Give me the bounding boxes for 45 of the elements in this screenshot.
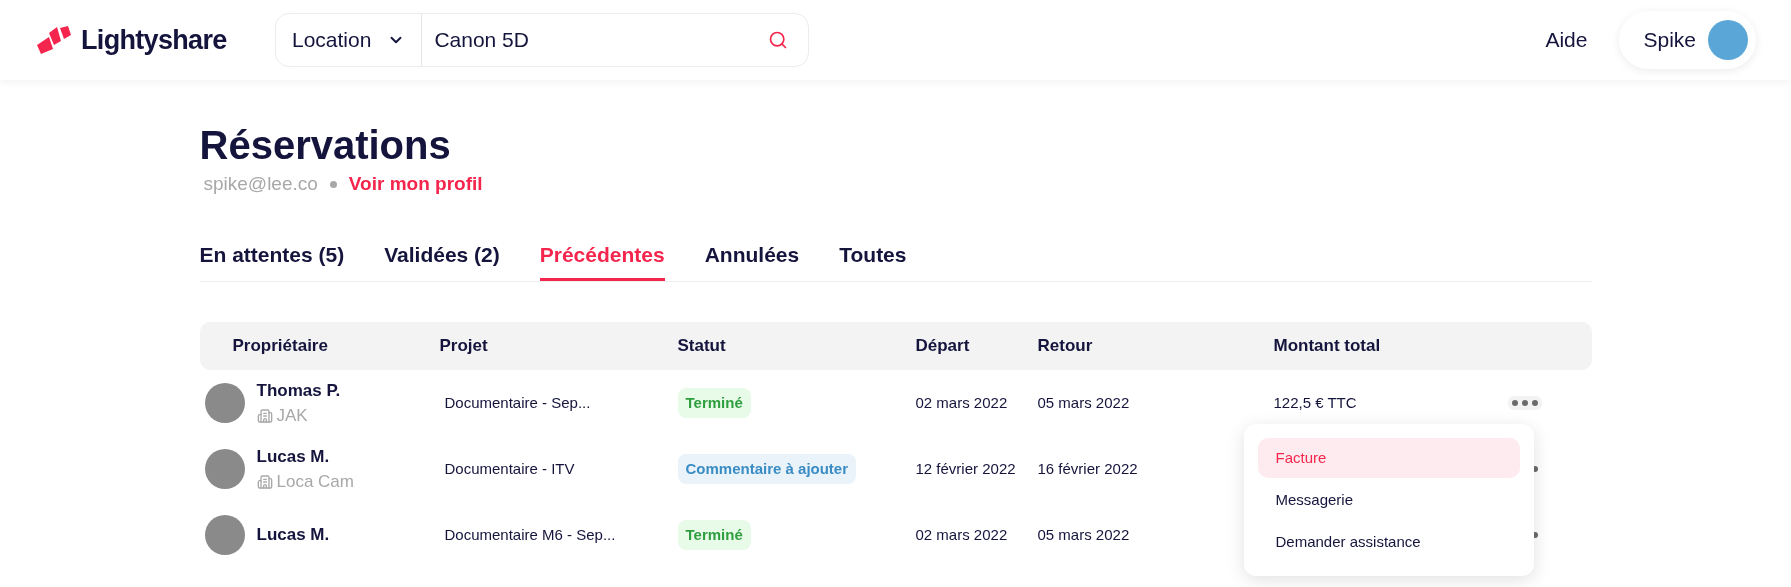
user-menu-button[interactable]: Spike bbox=[1619, 11, 1756, 69]
more-options-button[interactable] bbox=[1507, 396, 1542, 410]
column-header: Départ bbox=[915, 335, 971, 358]
menu-item[interactable]: Messagerie bbox=[1257, 480, 1520, 520]
tab[interactable]: Toutes bbox=[839, 238, 907, 281]
search-input[interactable]: Canon 5D bbox=[422, 24, 768, 56]
search-icon[interactable] bbox=[768, 30, 788, 50]
tab[interactable]: Validées (2) bbox=[384, 238, 500, 281]
return-date: 05 mars 2022 bbox=[1037, 524, 1131, 545]
owner-name: Lucas M. bbox=[256, 445, 331, 468]
help-link[interactable]: Aide bbox=[1545, 24, 1588, 56]
departure-date: 02 mars 2022 bbox=[915, 524, 1009, 545]
profile-link[interactable]: Voir mon profil bbox=[348, 170, 483, 199]
status-badge: Commentaire à ajouter bbox=[677, 453, 857, 485]
return-date: 05 mars 2022 bbox=[1037, 392, 1131, 413]
departure-date: 12 février 2022 bbox=[915, 458, 1017, 479]
category-dropdown[interactable]: Location bbox=[276, 14, 423, 66]
page-title: Réservations bbox=[199, 122, 452, 169]
column-header: Montant total bbox=[1273, 335, 1382, 358]
status-badge: Terminé bbox=[677, 519, 751, 551]
return-date: 16 février 2022 bbox=[1037, 458, 1139, 479]
project-name: Documentaire - ITV bbox=[443, 458, 576, 479]
owner-name: Thomas P. bbox=[256, 379, 341, 402]
column-header: Propriétaire bbox=[231, 335, 329, 358]
project-name: Documentaire M6 - Sep... bbox=[443, 524, 617, 545]
tab[interactable]: Annulées bbox=[704, 238, 800, 281]
company-name: JAK bbox=[276, 405, 308, 427]
brand-name: Lightyshare bbox=[81, 23, 227, 57]
building-icon bbox=[256, 407, 273, 424]
tab[interactable]: Précédentes bbox=[539, 238, 665, 281]
logo-icon bbox=[35, 25, 73, 55]
project-name: Documentaire - Sep... bbox=[443, 392, 592, 413]
total-amount: 122,5 € TTC bbox=[1273, 392, 1358, 413]
company-name: Loca Cam bbox=[276, 471, 354, 493]
column-header: Retour bbox=[1037, 335, 1094, 358]
status-badge: Terminé bbox=[677, 387, 751, 419]
departure-date: 02 mars 2022 bbox=[915, 392, 1009, 413]
tab[interactable]: En attentes (5) bbox=[199, 238, 345, 281]
search-bar[interactable]: Location Canon 5D bbox=[275, 13, 809, 67]
menu-item[interactable]: Demander assistance bbox=[1257, 522, 1520, 562]
column-header: Projet bbox=[439, 335, 489, 358]
owner-name: Lucas M. bbox=[256, 524, 330, 547]
column-header: Statut bbox=[677, 335, 727, 358]
building-icon bbox=[256, 473, 273, 490]
user-email: spike@lee.co bbox=[203, 172, 318, 196]
